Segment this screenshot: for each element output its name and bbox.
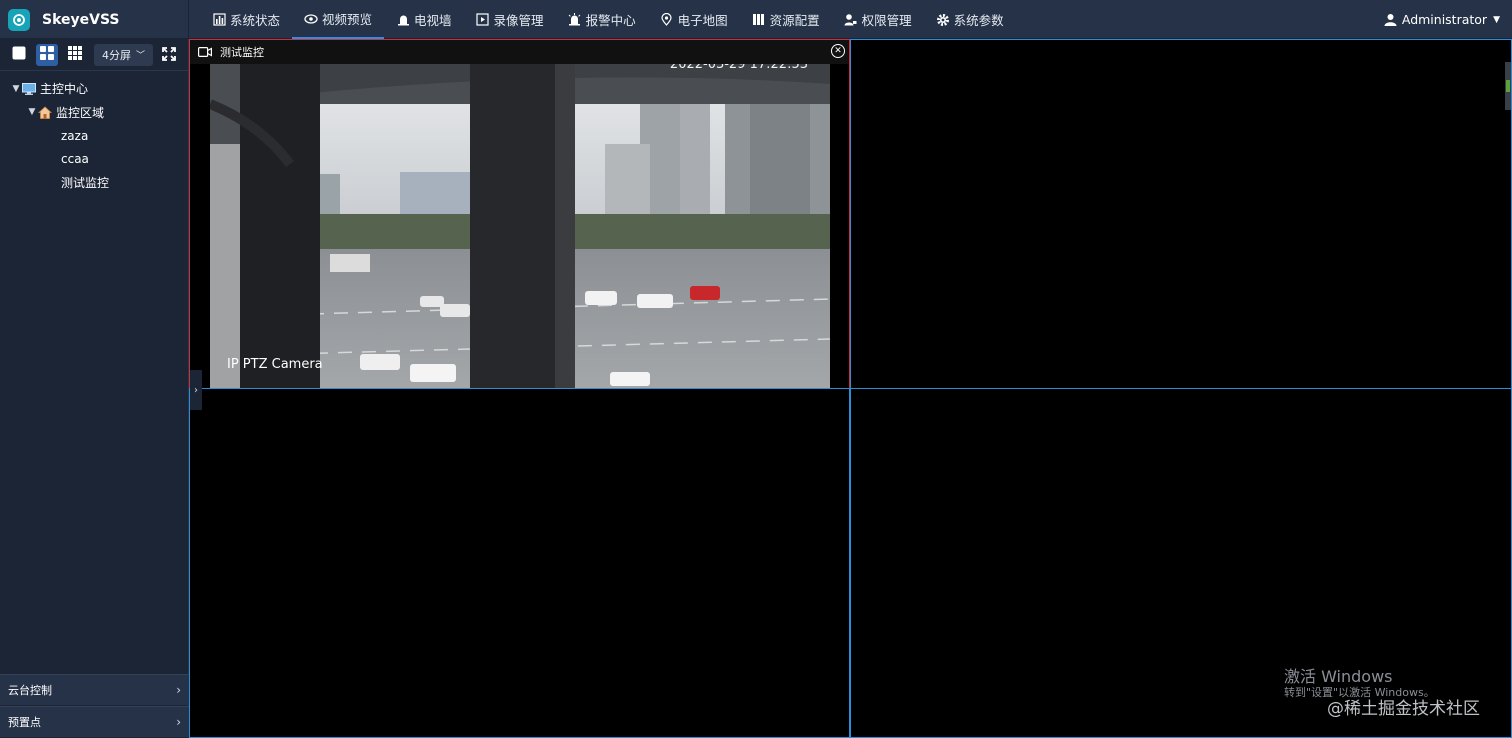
tree-node-area[interactable]: ▼ 监控区域 — [0, 101, 188, 125]
video-cell-title: 测试监控 — [220, 46, 264, 59]
nav-label: 视频预览 — [322, 12, 373, 27]
nav-item-recording[interactable]: 录像管理 — [464, 0, 556, 39]
top-bar: SkeyeVSS 系统状态 视频预览 电视墙 录像管理 报警中心 电子地图 资源… — [0, 0, 1512, 39]
nav-item-resource-config[interactable]: 资源配置 — [740, 0, 832, 39]
single-screen-button[interactable] — [8, 44, 30, 66]
nav-label: 资源配置 — [769, 13, 820, 28]
nav-label: 报警中心 — [585, 13, 636, 28]
nav-label: 系统状态 — [230, 13, 281, 28]
video-stream[interactable]: 2022-03-29 17:22:53 IP PTZ Camera — [210, 64, 830, 388]
nav-label: 电子地图 — [677, 13, 728, 28]
preset-panel[interactable]: 预置点 › — [0, 706, 189, 737]
close-icon[interactable]: ✕ — [831, 44, 845, 58]
chevron-right-icon: › — [176, 715, 181, 729]
four-screen-button[interactable] — [36, 43, 58, 66]
triangle-down-icon[interactable]: ▼ — [10, 84, 22, 94]
main-nav: 系统状态 视频预览 电视墙 录像管理 报警中心 电子地图 资源配置 权限管理 系… — [200, 0, 1016, 39]
user-name: Administrator — [1401, 12, 1488, 27]
tree-label: 测试监控 — [61, 176, 110, 191]
sidebar: 4分屏 ﹀ ▼ 主控中心 ▼ 监控区域 zaza ccaa 测试监控 云台控制 … — [0, 39, 189, 738]
monitor-icon — [22, 82, 36, 96]
nav-label: 录像管理 — [493, 13, 544, 28]
device-tree: ▼ 主控中心 ▼ 监控区域 zaza ccaa 测试监控 — [0, 71, 188, 195]
gear-icon — [936, 13, 950, 27]
nav-item-video-preview[interactable]: 视频预览 — [292, 0, 385, 39]
video-timestamp: 2022-03-29 17:22:53 — [669, 64, 808, 72]
split-mode-select[interactable]: 4分屏 ﹀ — [94, 43, 154, 66]
fullscreen-icon — [162, 46, 176, 65]
video-cell-2[interactable] — [850, 39, 1512, 389]
tree-node-device[interactable]: zaza — [0, 124, 188, 148]
tree-label: 主控中心 — [40, 82, 89, 97]
video-file-icon — [476, 13, 490, 27]
nav-item-permissions[interactable]: 权限管理 — [832, 0, 924, 39]
video-cell-1[interactable]: 测试监控 ✕ 2022-03-29 17:22:53 IP PTZ Camera… — [189, 39, 850, 410]
video-cell-4[interactable]: 激活 Windows 转到"设置"以激活 Windows。 @稀土掘金技术社区 — [850, 388, 1512, 738]
camera-name-osd: IP PTZ Camera — [227, 357, 323, 372]
nav-item-alarm-center[interactable]: 报警中心 — [556, 0, 648, 39]
nav-item-e-map[interactable]: 电子地图 — [648, 0, 740, 39]
tree-node-root[interactable]: ▼ 主控中心 — [0, 77, 188, 101]
nav-label: 系统参数 — [953, 13, 1004, 28]
ptz-control-panel[interactable]: 云台控制 › — [0, 674, 189, 705]
nav-item-system-params[interactable]: 系统参数 — [924, 0, 1016, 39]
caret-down-icon: ▼ — [1493, 14, 1500, 25]
tree-node-device[interactable]: ccaa — [0, 148, 188, 172]
map-pin-icon — [660, 13, 674, 27]
scroll-handle[interactable] — [1505, 62, 1511, 110]
app-window: SkeyeVSS 系统状态 视频预览 电视墙 录像管理 报警中心 电子地图 资源… — [0, 0, 1512, 738]
alarm-icon — [568, 13, 582, 27]
video-grid: 测试监控 ✕ 2022-03-29 17:22:53 IP PTZ Camera… — [189, 39, 1512, 738]
camera-feed-image — [210, 64, 830, 388]
chevron-down-icon: ﹀ — [136, 51, 146, 61]
nav-label: 电视墙 — [414, 13, 452, 28]
bar-chart-icon — [212, 13, 226, 27]
siren-icon — [396, 13, 410, 27]
chevron-right-icon: › — [194, 384, 198, 396]
grid-2x2-icon — [40, 45, 54, 64]
split-toolbar: 4分屏 ﹀ — [0, 39, 188, 71]
tree-node-device[interactable]: 测试监控 — [0, 171, 188, 195]
tree-label: 监控区域 — [56, 105, 105, 120]
tree-label: zaza — [61, 128, 89, 143]
house-icon — [38, 105, 52, 119]
camera-eye-icon — [304, 12, 318, 26]
video-cell-header: 测试监控 ✕ — [190, 40, 849, 64]
user-menu[interactable]: Administrator ▼ — [1384, 0, 1500, 39]
nav-label: 权限管理 — [861, 13, 912, 28]
square-icon — [12, 45, 26, 64]
panel-label: 云台控制 — [8, 684, 52, 697]
user-lock-icon — [844, 13, 858, 27]
sidebar-collapse-toggle[interactable]: › — [190, 370, 202, 410]
nav-item-tv-wall[interactable]: 电视墙 — [384, 0, 464, 39]
tree-label: ccaa — [61, 152, 89, 167]
server-icon — [752, 13, 766, 27]
chevron-right-icon: › — [176, 683, 181, 697]
triangle-down-icon[interactable]: ▼ — [26, 107, 38, 117]
video-cell-3[interactable] — [189, 388, 850, 738]
site-watermark: @稀土掘金技术社区 — [1327, 699, 1480, 719]
grid-3x3-icon — [68, 45, 82, 64]
logo-icon — [8, 8, 30, 31]
brand: SkeyeVSS — [0, 0, 189, 39]
split-mode-value: 4分屏 — [102, 48, 131, 62]
user-icon — [1384, 13, 1398, 27]
fullscreen-button[interactable] — [158, 44, 180, 66]
brand-name: SkeyeVSS — [42, 11, 120, 28]
nav-item-system-status[interactable]: 系统状态 — [200, 0, 292, 39]
panel-label: 预置点 — [8, 716, 41, 729]
video-camera-icon — [198, 47, 212, 57]
nine-screen-button[interactable] — [64, 44, 86, 66]
